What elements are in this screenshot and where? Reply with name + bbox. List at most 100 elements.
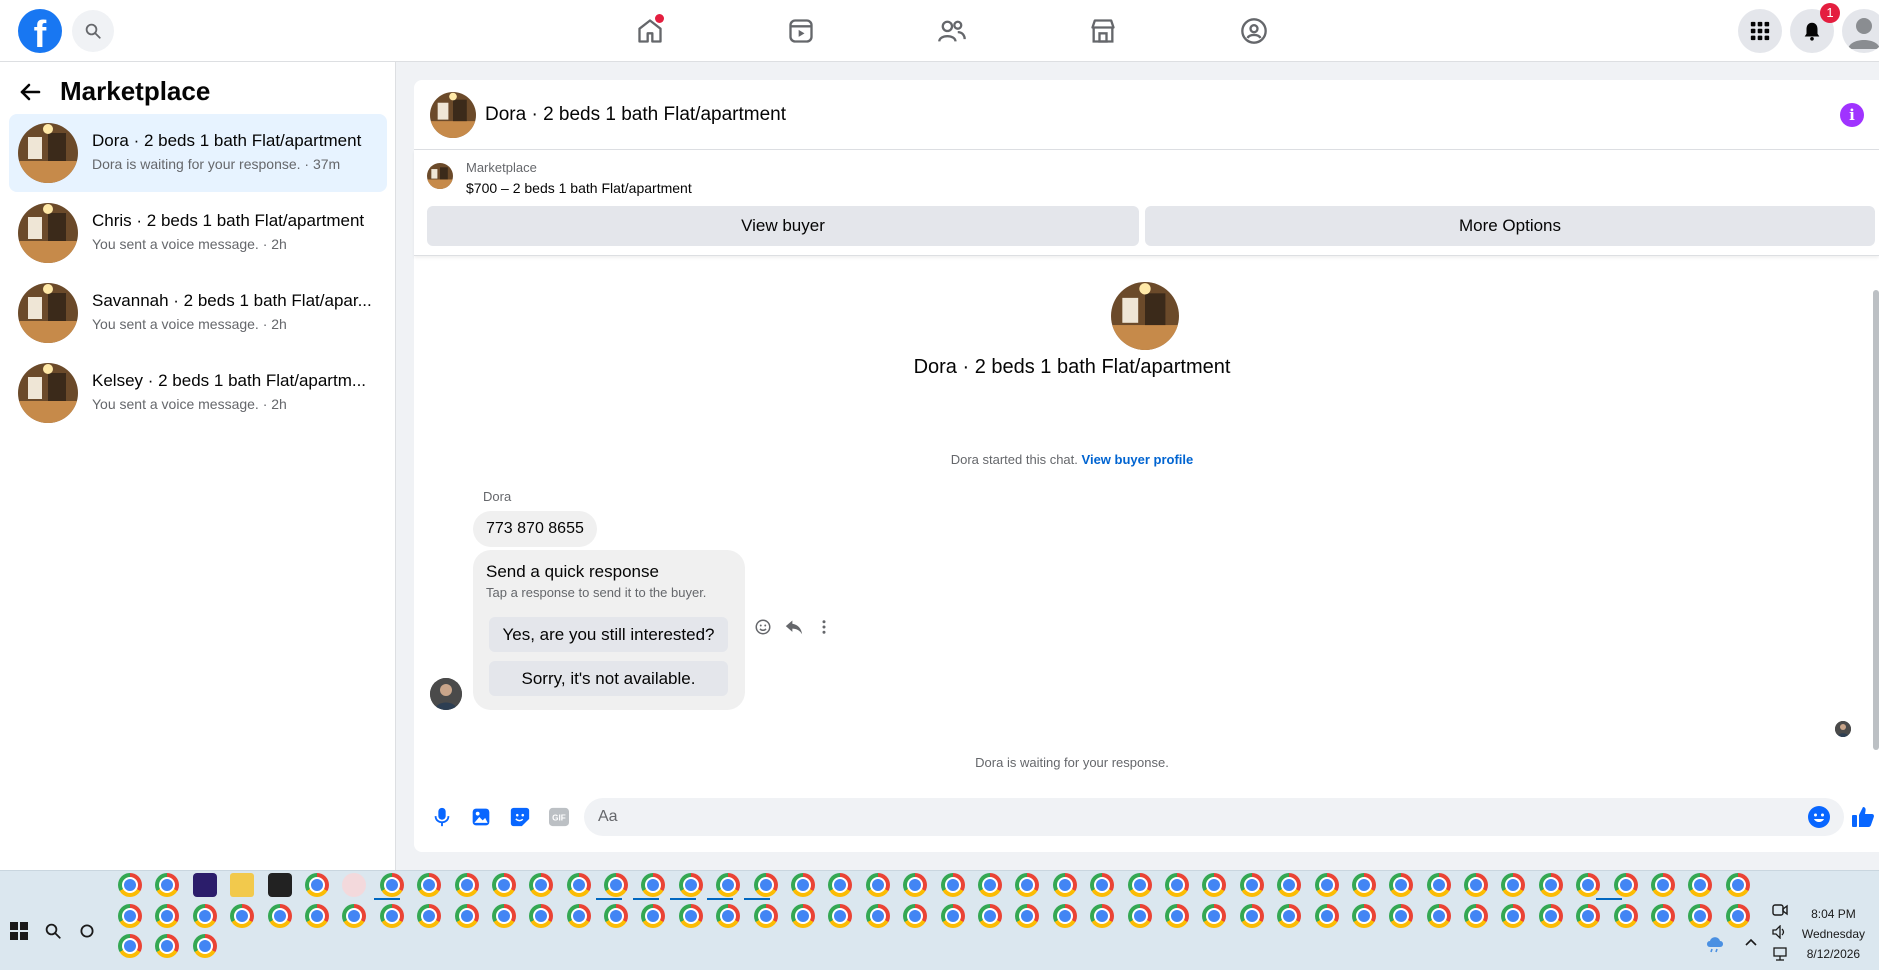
chrome-icon[interactable] (1464, 904, 1489, 928)
chrome-icon[interactable] (641, 904, 666, 928)
chrome-icon[interactable] (903, 873, 928, 897)
chrome-icon[interactable] (118, 934, 142, 958)
chrome-icon[interactable] (1688, 873, 1713, 897)
quick-reply-not-available-button[interactable]: Sorry, it's not available. (489, 661, 728, 696)
folder-icon[interactable] (230, 873, 255, 897)
chrome-icon[interactable] (604, 904, 629, 928)
chrome-icon[interactable] (1576, 904, 1601, 928)
buyer-avatar[interactable] (430, 678, 462, 710)
scroll-thumb[interactable] (1873, 290, 1879, 750)
react-emoji-icon[interactable] (754, 618, 772, 636)
chrome-icon[interactable] (678, 904, 703, 928)
attach-photo-button[interactable] (469, 805, 493, 829)
chrome-icon[interactable] (1164, 873, 1189, 897)
gif-button[interactable]: GIF (547, 805, 571, 829)
chevron-up-icon[interactable] (1744, 937, 1758, 947)
chrome-icon[interactable] (865, 904, 890, 928)
weather-icon[interactable] (1704, 931, 1730, 953)
chrome-icon[interactable] (828, 904, 853, 928)
conversation-item-dora[interactable]: Dora · 2 beds 1 bath Flat/apartment Dora… (9, 114, 387, 192)
chrome-icon[interactable] (1015, 904, 1040, 928)
chrome-icon[interactable] (1127, 904, 1152, 928)
thread-scrollbar[interactable] (1873, 260, 1879, 780)
chrome-icon[interactable] (491, 904, 516, 928)
chrome-icon[interactable] (192, 904, 217, 928)
chrome-icon[interactable] (1464, 873, 1489, 897)
task-view-icon[interactable] (78, 922, 96, 940)
chrome-icon[interactable] (566, 904, 591, 928)
chrome-icon[interactable] (678, 873, 703, 897)
chrome-icon[interactable] (304, 873, 329, 897)
chrome-icon[interactable] (791, 904, 816, 928)
chrome-icon[interactable] (304, 904, 329, 928)
reply-icon[interactable] (784, 618, 804, 636)
chrome-icon[interactable] (118, 873, 142, 897)
chrome-icon[interactable] (1314, 873, 1339, 897)
meet-icon[interactable] (1772, 903, 1788, 917)
facebook-logo[interactable]: f (18, 9, 62, 53)
chrome-icon[interactable] (118, 904, 142, 928)
chrome-icon[interactable] (155, 904, 180, 928)
volume-icon[interactable] (1772, 925, 1788, 939)
chrome-icon[interactable] (1576, 873, 1601, 897)
nav-groups[interactable] (1234, 12, 1274, 50)
chrome-icon[interactable] (1090, 904, 1115, 928)
chrome-icon[interactable] (1314, 904, 1339, 928)
message-input[interactable] (584, 798, 1844, 836)
nav-friends[interactable] (932, 12, 972, 50)
more-options-button[interactable]: More Options (1145, 206, 1875, 246)
conversation-item-savannah[interactable]: Savannah · 2 beds 1 bath Flat/apar... Yo… (9, 274, 387, 352)
chrome-icon[interactable] (716, 904, 741, 928)
view-buyer-profile-link[interactable]: View buyer profile (1082, 452, 1194, 467)
network-icon[interactable] (1772, 947, 1788, 961)
chrome-icon[interactable] (230, 904, 255, 928)
chrome-icon[interactable] (417, 873, 442, 897)
chrome-icon[interactable] (977, 873, 1002, 897)
chrome-icon[interactable] (379, 904, 404, 928)
notifications-button[interactable]: 1 (1790, 3, 1840, 53)
chrome-icon[interactable] (1202, 873, 1227, 897)
chrome-icon[interactable] (1501, 904, 1526, 928)
app-icon[interactable] (192, 873, 217, 897)
chrome-icon[interactable] (791, 873, 816, 897)
chrome-icon[interactable] (566, 873, 591, 897)
chrome-icon[interactable] (155, 934, 180, 958)
chrome-icon[interactable] (641, 873, 666, 897)
chrome-icon[interactable] (454, 904, 479, 928)
windows-start-icon[interactable] (10, 922, 28, 940)
nav-home[interactable] (630, 12, 670, 50)
chrome-icon[interactable] (1127, 873, 1152, 897)
chrome-icon[interactable] (491, 873, 516, 897)
chrome-icon[interactable] (1651, 873, 1676, 897)
chrome-icon[interactable] (1389, 873, 1414, 897)
chrome-icon[interactable] (604, 873, 629, 897)
chrome-icon[interactable] (1090, 873, 1115, 897)
more-vertical-icon[interactable] (816, 618, 832, 636)
app-icon[interactable] (267, 873, 292, 897)
chrome-icon[interactable] (1725, 873, 1750, 897)
chrome-icon[interactable] (1052, 904, 1077, 928)
chrome-icon[interactable] (454, 873, 479, 897)
chrome-icon[interactable] (1351, 904, 1376, 928)
chrome-icon[interactable] (1538, 904, 1563, 928)
chrome-icon[interactable] (1613, 904, 1638, 928)
quick-reply-interested-button[interactable]: Yes, are you still interested? (489, 617, 728, 652)
chrome-icon[interactable] (192, 934, 217, 958)
chrome-icon[interactable] (753, 904, 778, 928)
chrome-icon[interactable] (1277, 873, 1302, 897)
chrome-icon[interactable] (977, 904, 1002, 928)
sticker-button[interactable] (508, 805, 532, 829)
chrome-icon[interactable] (342, 904, 367, 928)
clock[interactable]: 8:04 PM Wednesday 8/12/2026 (1802, 904, 1865, 964)
chrome-icon[interactable] (529, 904, 554, 928)
chrome-icon[interactable] (865, 873, 890, 897)
nav-marketplace[interactable] (1083, 12, 1123, 50)
chrome-icon[interactable] (828, 873, 853, 897)
chrome-icon[interactable] (940, 873, 965, 897)
back-arrow-icon[interactable] (18, 80, 42, 104)
emoji-button[interactable] (1807, 805, 1831, 829)
taskbar-search-icon[interactable] (44, 922, 62, 940)
nav-video[interactable] (781, 12, 821, 50)
voice-clip-button[interactable] (430, 805, 454, 829)
menu-button[interactable] (1738, 9, 1782, 53)
